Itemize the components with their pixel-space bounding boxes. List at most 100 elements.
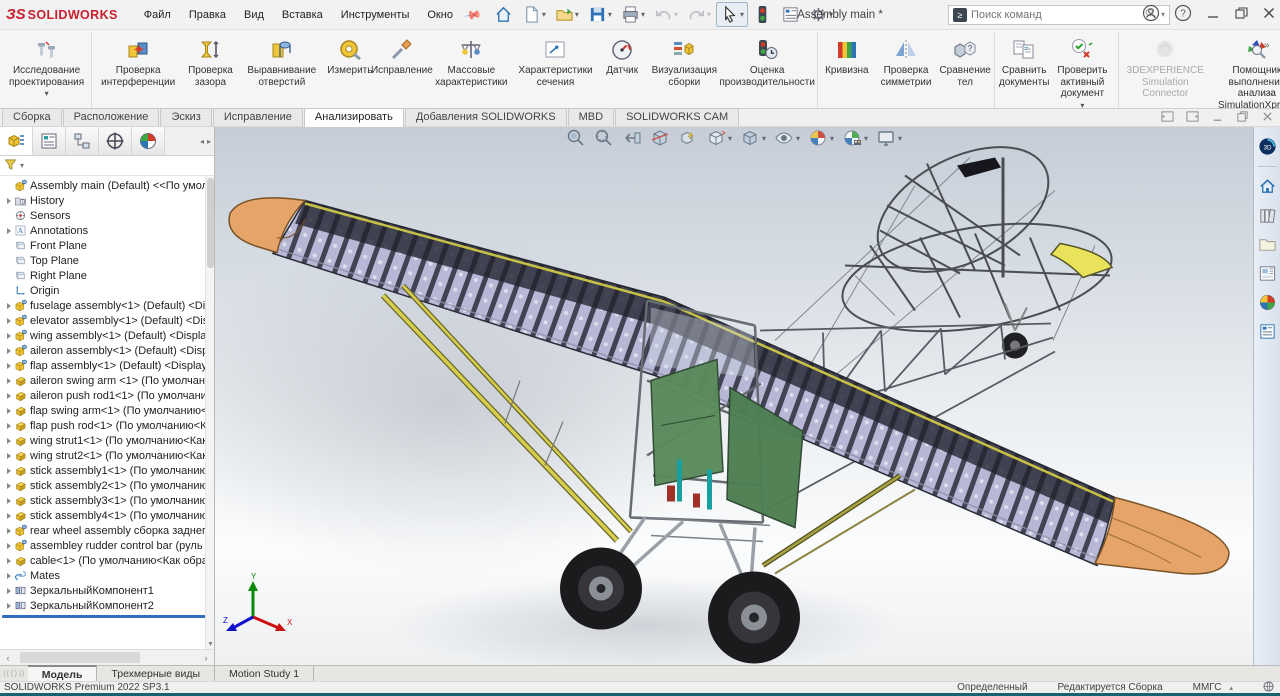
ribbon-button-performance-evaluation[interactable]: Оценка производительности	[720, 34, 813, 91]
window-restore-button[interactable]	[1234, 6, 1248, 23]
tab-nav-buttons[interactable]: ⟨⟨⟨⟩⟩⟩	[0, 666, 28, 681]
tree-item[interactable]: aileron swing arm <1> (По умолчанию<Как …	[0, 373, 214, 388]
tree-horizontal-scrollbar[interactable]: ‹ ›	[0, 649, 214, 665]
tree-expand-arrow[interactable]	[4, 543, 14, 549]
tree-item[interactable]: aileron assembly<1> (Default) <Display S…	[0, 343, 214, 358]
tab-добавления-solidworks[interactable]: Добавления SOLIDWORKS	[405, 108, 567, 126]
view-palette-button[interactable]	[1256, 262, 1279, 285]
menu-вставка[interactable]: Вставка	[274, 6, 331, 24]
tree-item[interactable]: stick assembly3<1> (По умолчанию<Как обр…	[0, 493, 214, 508]
tree-expand-arrow[interactable]	[4, 513, 14, 519]
apply-scene-button[interactable]: ▾	[841, 127, 869, 149]
tree-item[interactable]: ЗеркальныйКомпонент1	[0, 583, 214, 598]
units-caret-icon[interactable]: ▴	[1229, 684, 1233, 692]
tree-item[interactable]: wing strut2<1> (По умолчанию<Как обработ…	[0, 448, 214, 463]
aircraft-assembly-model[interactable]	[215, 127, 1253, 665]
display-style-button[interactable]: ▾	[739, 127, 767, 149]
rollback-bar[interactable]	[2, 615, 206, 618]
tags-globe-icon[interactable]	[1263, 681, 1274, 695]
tree-item[interactable]: rear wheel assembly сборка заднего колес…	[0, 523, 214, 538]
tree-item[interactable]: wing assembly<1> (Default) <Display Stat…	[0, 328, 214, 343]
ribbon-button-measure[interactable]: Измерить	[324, 34, 376, 80]
print-button[interactable]: ▾	[617, 2, 649, 27]
ribbon-collapse-button[interactable]: ︿	[1264, 83, 1274, 98]
command-search[interactable]: ≥ ▾	[948, 5, 1170, 25]
appearances-button[interactable]	[1256, 291, 1279, 314]
menu-файл[interactable]: Файл	[136, 6, 179, 24]
ribbon-button-interference-check[interactable]: Проверка интерференции	[95, 34, 181, 91]
doc-tab-трехмерные-виды[interactable]: Трехмерные виды	[97, 666, 215, 681]
tree-expand-arrow[interactable]	[4, 408, 14, 414]
ribbon-button-clearance-check[interactable]: Проверка зазора	[181, 34, 240, 91]
select-cursor-button[interactable]: ▾	[716, 2, 748, 27]
ribbon-overflow-button[interactable]: »	[1264, 40, 1274, 51]
status-units[interactable]: ММГС ▴	[1193, 682, 1233, 693]
panel-tab-displaymanager[interactable]	[132, 127, 165, 155]
tree-expand-arrow[interactable]	[4, 603, 14, 609]
tree-expand-arrow[interactable]	[4, 348, 14, 354]
tree-item[interactable]: fuselage assembly<1> (Default) <Display …	[0, 298, 214, 313]
edit-appearance-button[interactable]: ▾	[807, 127, 835, 149]
tree-vertical-scrollbar[interactable]: ▼	[205, 176, 214, 649]
tab-исправление[interactable]: Исправление	[213, 108, 303, 126]
ribbon-button-assembly-visualization[interactable]: Визуализация сборки	[648, 34, 720, 91]
home-button[interactable]	[490, 2, 517, 27]
tree-item[interactable]: AAnnotations	[0, 223, 214, 238]
hscroll-left-arrow[interactable]: ‹	[2, 653, 14, 663]
save-button[interactable]: ▾	[584, 2, 616, 27]
tree-expand-arrow[interactable]	[4, 333, 14, 339]
menu-правка[interactable]: Правка	[181, 6, 234, 24]
tree-item[interactable]: Origin	[0, 283, 214, 298]
ribbon-button-check-active-document[interactable]: Проверить активный документ▾	[1050, 34, 1115, 113]
window-minimize-button[interactable]	[1206, 6, 1220, 23]
ribbon-button-repair[interactable]: Исправление	[376, 34, 428, 80]
menu-вид[interactable]: Вид	[236, 6, 272, 24]
doc-tab-motion-study-1[interactable]: Motion Study 1	[215, 666, 314, 681]
pin-icon[interactable]: 📌	[462, 4, 482, 24]
tree-expand-arrow[interactable]	[4, 318, 14, 324]
tree-item[interactable]: flap assembly<1> (Default) <Display Stat…	[0, 358, 214, 373]
file-explorer-button[interactable]	[1256, 233, 1279, 256]
tree-expand-arrow[interactable]	[4, 363, 14, 369]
tree-item[interactable]: Sensors	[0, 208, 214, 223]
user-account-icon[interactable]	[1142, 4, 1160, 25]
ribbon-button-symmetry-check[interactable]: Проверка симметрии	[873, 34, 939, 91]
open-button[interactable]: ▾	[551, 2, 583, 27]
view-settings-button[interactable]: ▾	[875, 127, 903, 149]
panel-tab-featuremanager[interactable]	[0, 127, 33, 155]
collapse-left-pane-icon[interactable]	[1161, 110, 1174, 126]
zoom-fit-button[interactable]	[565, 127, 587, 149]
design-library-button[interactable]	[1256, 204, 1279, 227]
tree-item[interactable]: flap swing arm<1> (По умолчанию<Как обра…	[0, 403, 214, 418]
filter-caret-icon[interactable]: ▾	[20, 161, 24, 170]
tree-item[interactable]: elevator assembly<1> (Default) <Display …	[0, 313, 214, 328]
tree-expand-arrow[interactable]	[4, 453, 14, 459]
tab-сборка[interactable]: Сборка	[2, 108, 62, 126]
filter-funnel-icon[interactable]	[4, 158, 17, 174]
tree-item[interactable]: aileron push rod1<1> (По умолчанию<Как о…	[0, 388, 214, 403]
tree-item[interactable]: Front Plane	[0, 238, 214, 253]
tree-item[interactable]: History	[0, 193, 214, 208]
tree-item[interactable]: cable<1> (По умолчанию<Как обработанный>…	[0, 553, 214, 568]
tree-item[interactable]: stick assembly4<1> (По умолчанию<Как обр…	[0, 508, 214, 523]
hscroll-track[interactable]	[16, 652, 198, 663]
home-pane-button[interactable]	[1256, 175, 1279, 198]
view-orientation-button[interactable]: ▾	[705, 127, 733, 149]
previous-view-button[interactable]	[621, 127, 643, 149]
ribbon-button-design-study[interactable]: Исследование проектирования▾	[5, 34, 88, 101]
hscroll-thumb[interactable]	[20, 652, 140, 663]
tree-expand-arrow[interactable]	[4, 378, 14, 384]
panel-tab-dimxpertmanager[interactable]	[99, 127, 132, 155]
panel-tab-scroll-arrows[interactable]: ◂▸	[165, 127, 214, 155]
tree-item[interactable]: ЗеркальныйКомпонент2	[0, 598, 214, 613]
tree-item[interactable]: Top Plane	[0, 253, 214, 268]
snapshot-button[interactable]	[677, 127, 699, 149]
tree-expand-arrow[interactable]	[4, 573, 14, 579]
tree-expand-arrow[interactable]	[4, 228, 14, 234]
tab-solidworks-cam[interactable]: SOLIDWORKS CAM	[615, 108, 739, 126]
tab-расположение[interactable]: Расположение	[63, 108, 160, 126]
tree-item[interactable]: Assembly main (Default) <<По умолчанию>_…	[0, 178, 214, 193]
tree-expand-arrow[interactable]	[4, 528, 14, 534]
hide-show-items-button[interactable]: ▾	[773, 127, 801, 149]
ribbon-button-curvature[interactable]: Кривизна	[821, 34, 873, 80]
